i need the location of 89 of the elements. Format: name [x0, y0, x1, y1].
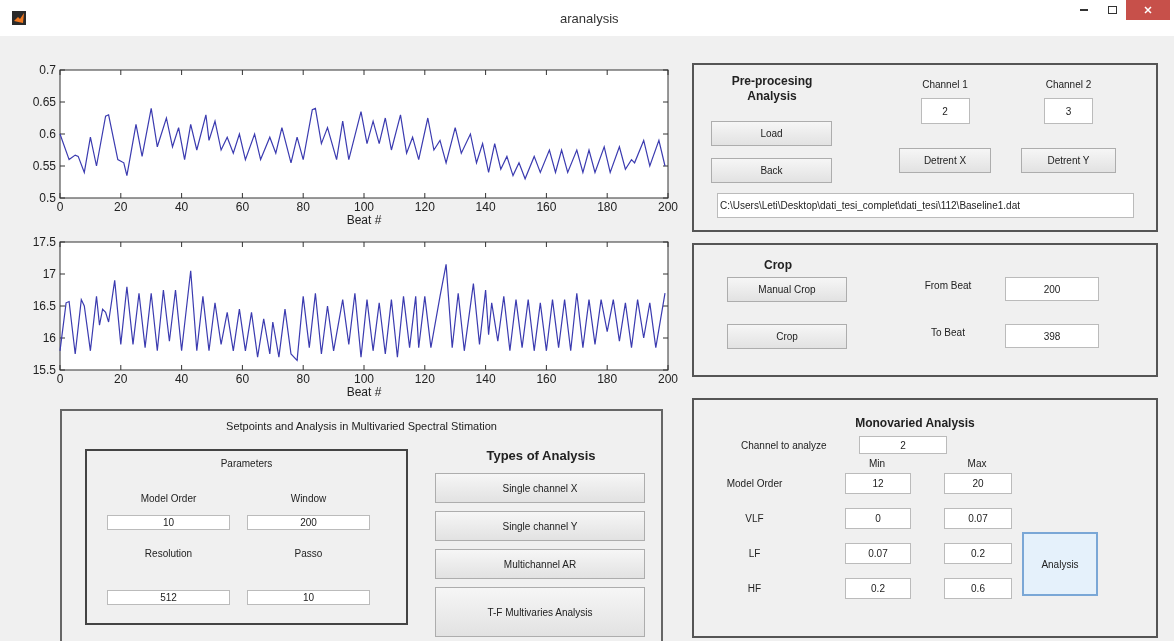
tick-label: 180	[597, 200, 618, 214]
tick-label: 180	[597, 372, 618, 386]
manual-crop-button[interactable]: Manual Crop	[727, 277, 847, 302]
tick-label: 0.55	[32, 159, 56, 173]
analysis-type-button[interactable]: Multichannel AR	[435, 549, 645, 579]
axis-label: Beat #	[346, 385, 382, 399]
field-label: Resolution	[144, 546, 193, 561]
tick-label: 200	[658, 200, 678, 214]
tick-label: 40	[174, 372, 189, 386]
parameter-input[interactable]: 200	[247, 514, 370, 530]
parameter-input[interactable]: 10	[107, 514, 230, 530]
field-label: To Beat	[930, 326, 966, 340]
detrend-button[interactable]: Detrent X	[899, 148, 991, 173]
analysis-type-button[interactable]: T-F Multivaries Analysis	[435, 587, 645, 637]
min-input[interactable]: 0.07	[845, 543, 911, 564]
field-label: Channel to analyze	[741, 438, 828, 453]
app-icon	[12, 11, 26, 25]
file-path-field[interactable]: C:\Users\Leti\Desktop\dati_tesi_complet\dati_tesi\112\Baseline1.dat	[717, 193, 1134, 218]
analysis-type-button[interactable]: Single channel Y	[435, 511, 645, 541]
tick-label: 0.6	[39, 127, 56, 141]
field-label: Model Order	[140, 491, 197, 506]
axis-label: Beat #	[346, 213, 382, 227]
max-input[interactable]: 20	[944, 473, 1012, 494]
minimize-icon	[1080, 9, 1088, 11]
panel-title: Crop	[764, 258, 792, 272]
tick-label: 40	[174, 200, 189, 214]
tick-label: 60	[235, 372, 250, 386]
detrend-button[interactable]: Detrent Y	[1021, 148, 1116, 173]
channel-input[interactable]: 3	[1044, 98, 1093, 124]
tick-label: 160	[536, 200, 557, 214]
max-input[interactable]: 0.2	[944, 543, 1012, 564]
back-button[interactable]: Back	[711, 158, 832, 183]
min-input[interactable]: 0	[845, 508, 911, 529]
tick-label: 20	[114, 372, 128, 386]
tick-label: 17	[42, 267, 56, 281]
beat-input[interactable]: 398	[1005, 324, 1099, 348]
close-icon	[1144, 6, 1152, 14]
tick-label: 0.5	[39, 191, 56, 205]
tick-label: 120	[414, 200, 435, 214]
tick-label: 160	[536, 372, 557, 386]
crop-button[interactable]: Crop	[727, 324, 847, 349]
channel-input[interactable]: 2	[920, 98, 970, 124]
field-label: From Beat	[923, 279, 973, 293]
tick-label: 16.5	[32, 299, 56, 313]
max-input[interactable]: 0.6	[944, 578, 1012, 599]
analysis-type-button[interactable]: Single channel X	[435, 473, 645, 503]
max-input[interactable]: 0.07	[944, 508, 1012, 529]
tick-label: 0.65	[32, 95, 56, 109]
parameter-input[interactable]: 512	[107, 589, 230, 605]
row-label: HF	[747, 582, 763, 596]
tick-label: 200	[658, 372, 678, 386]
tick-label: 0.7	[39, 63, 56, 77]
min-input[interactable]: 12	[845, 473, 911, 494]
tick-label: 100	[354, 372, 374, 386]
panel-title: Parameters	[220, 456, 273, 471]
channel-label: Channel 2	[1045, 78, 1092, 92]
tick-label: 80	[296, 372, 310, 386]
tick-label: 120	[414, 372, 435, 386]
column-header: Max	[967, 457, 987, 471]
tick-label: 15.5	[32, 363, 56, 377]
load-button[interactable]: Load	[711, 121, 832, 146]
row-label: Model Order	[726, 477, 784, 491]
beat-input[interactable]: 200	[1005, 277, 1099, 301]
tick-label: 60	[235, 200, 250, 214]
parameter-input[interactable]: 10	[247, 589, 370, 605]
tick-label: 140	[475, 200, 496, 214]
row-label: LF	[748, 547, 762, 561]
analysis-button[interactable]: Analysis	[1022, 532, 1098, 596]
tick-label: 20	[114, 200, 128, 214]
section-title: Types of Analysis	[486, 446, 596, 465]
field-label: Window	[290, 491, 327, 506]
column-header: Min	[868, 457, 886, 471]
tick-label: 0	[56, 200, 64, 214]
panel-title: Pre-procesing Analysis	[730, 74, 814, 105]
row-label: VLF	[745, 512, 765, 526]
panel-title: Monovaried Analysis	[855, 415, 975, 432]
panel-title: Setpoints and Analysis in Multivaried Spectral Stimation	[226, 419, 497, 434]
field-label: Passo	[294, 546, 323, 561]
channel-label: Channel 1	[922, 78, 968, 92]
min-input[interactable]: 0.2	[845, 578, 911, 599]
channel-input[interactable]: 2	[859, 436, 947, 454]
tick-label: 140	[475, 372, 496, 386]
tick-label: 0	[56, 372, 64, 386]
tick-label: 17.5	[32, 235, 56, 249]
maximize-icon	[1107, 6, 1117, 14]
tick-label: 16	[42, 331, 56, 345]
window-title: aranalysis	[560, 10, 619, 28]
tick-label: 100	[354, 200, 374, 214]
tick-label: 80	[296, 200, 310, 214]
